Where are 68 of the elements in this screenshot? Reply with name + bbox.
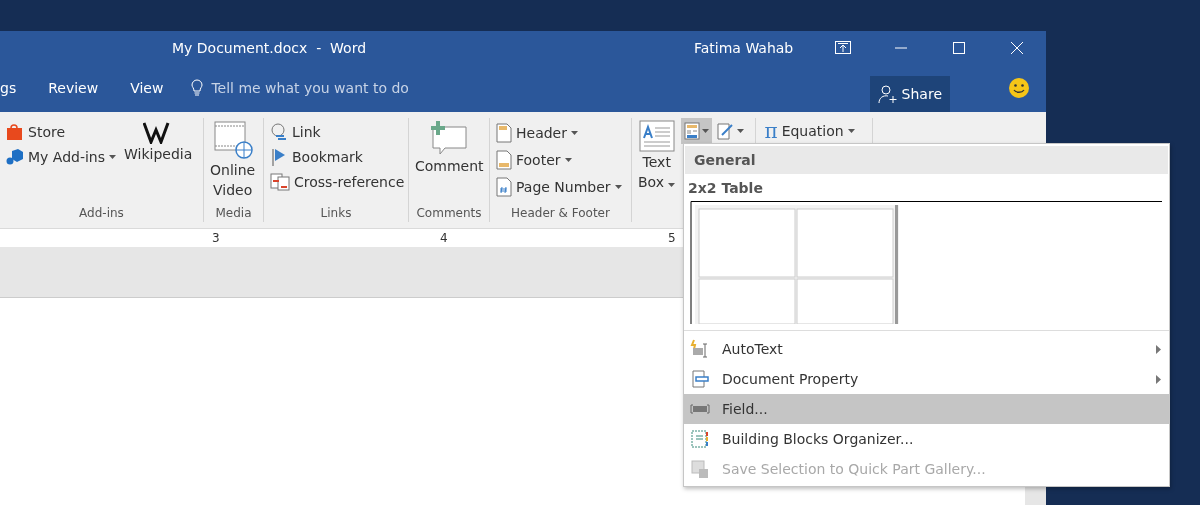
person-plus-icon	[877, 84, 898, 104]
toolbar-button[interactable]	[681, 118, 713, 144]
window-title: My Document.docx - Word	[172, 39, 367, 56]
tell-me-field[interactable]: Tell me what you want to do	[209, 79, 424, 97]
video-globe-icon	[212, 120, 253, 160]
ribbon-button[interactable]: Cross-reference	[268, 172, 407, 192]
globe-link-icon	[270, 123, 288, 141]
ribbon-button[interactable]: Store	[4, 122, 119, 142]
submenu-arrow-icon	[1156, 374, 1161, 384]
comment-plus-icon	[429, 120, 470, 156]
ribbon-button[interactable]: Comment	[413, 118, 486, 206]
pi-icon: π	[764, 119, 778, 143]
quick-parts-icon	[684, 122, 701, 140]
organizer-icon	[690, 429, 710, 449]
group-label: Header & Footer	[510, 206, 611, 222]
ribbon-tab[interactable]: Review	[36, 72, 111, 104]
ribbon-button[interactable]: Wikipedia	[122, 118, 195, 206]
cubes-icon	[6, 148, 24, 166]
ribbon-tab[interactable]: gs	[0, 72, 29, 104]
caret-icon	[614, 185, 622, 189]
caret-icon	[571, 131, 578, 135]
save-gallery-icon	[690, 459, 710, 479]
menu-item[interactable]: Building Blocks Organizer...	[684, 424, 1169, 454]
shopping-bag-icon	[6, 123, 24, 141]
menu-item[interactable]: Document Property	[684, 364, 1169, 394]
group-label: Add-ins	[78, 206, 125, 222]
lightbulb-icon	[191, 79, 204, 97]
share-button[interactable]: Share	[869, 76, 950, 112]
menu-item[interactable]: Field...	[684, 394, 1169, 424]
gallery-entry-title: 2x2 Table	[687, 179, 764, 198]
submenu-arrow-icon	[1156, 344, 1161, 354]
ribbon-button[interactable]: Text Box	[636, 118, 678, 222]
page-number-icon	[496, 177, 512, 197]
ribbon-button[interactable]: Page Number	[494, 176, 624, 198]
ribbon-display-icon	[835, 41, 851, 54]
pen-document-icon	[717, 122, 736, 140]
caret-icon	[109, 155, 117, 159]
ribbon-tab[interactable]: View	[118, 72, 176, 104]
minimize-icon	[895, 46, 907, 49]
caret-icon	[668, 183, 676, 187]
page-header-icon	[496, 123, 512, 143]
caret-icon	[737, 129, 745, 133]
group-label: Comments	[415, 206, 483, 222]
user-name: Fatima Wahab	[694, 39, 795, 56]
ruler-number: 4	[440, 231, 448, 245]
group-label: Media	[214, 206, 253, 222]
gallery-header: General	[685, 146, 1168, 174]
document-property-icon	[690, 369, 710, 389]
ribbon-button[interactable]: Online Video	[208, 118, 258, 206]
caret-icon	[564, 158, 572, 162]
smiley-icon[interactable]	[1008, 77, 1030, 99]
menu-item[interactable]: AutoText	[684, 334, 1169, 364]
ribbon-button[interactable]: Header	[494, 122, 624, 144]
caret-icon	[702, 129, 710, 133]
close-icon	[1011, 41, 1023, 54]
cross-reference-icon	[270, 173, 290, 191]
ribbon-button[interactable]: Footer	[494, 149, 624, 171]
ribbon-button[interactable]: My Add-ins	[4, 147, 119, 167]
ruler-number: 5	[668, 231, 676, 245]
group-label: Links	[319, 206, 353, 222]
ruler-number: 3	[212, 231, 220, 245]
page-footer-icon	[496, 150, 512, 170]
caret-icon	[847, 129, 855, 133]
autotext-icon	[690, 339, 710, 359]
ribbon-button[interactable]: Bookmark	[268, 147, 407, 167]
maximize-icon	[953, 41, 965, 54]
text-box-icon	[638, 120, 675, 152]
ribbon-button[interactable]: Link	[268, 122, 407, 142]
